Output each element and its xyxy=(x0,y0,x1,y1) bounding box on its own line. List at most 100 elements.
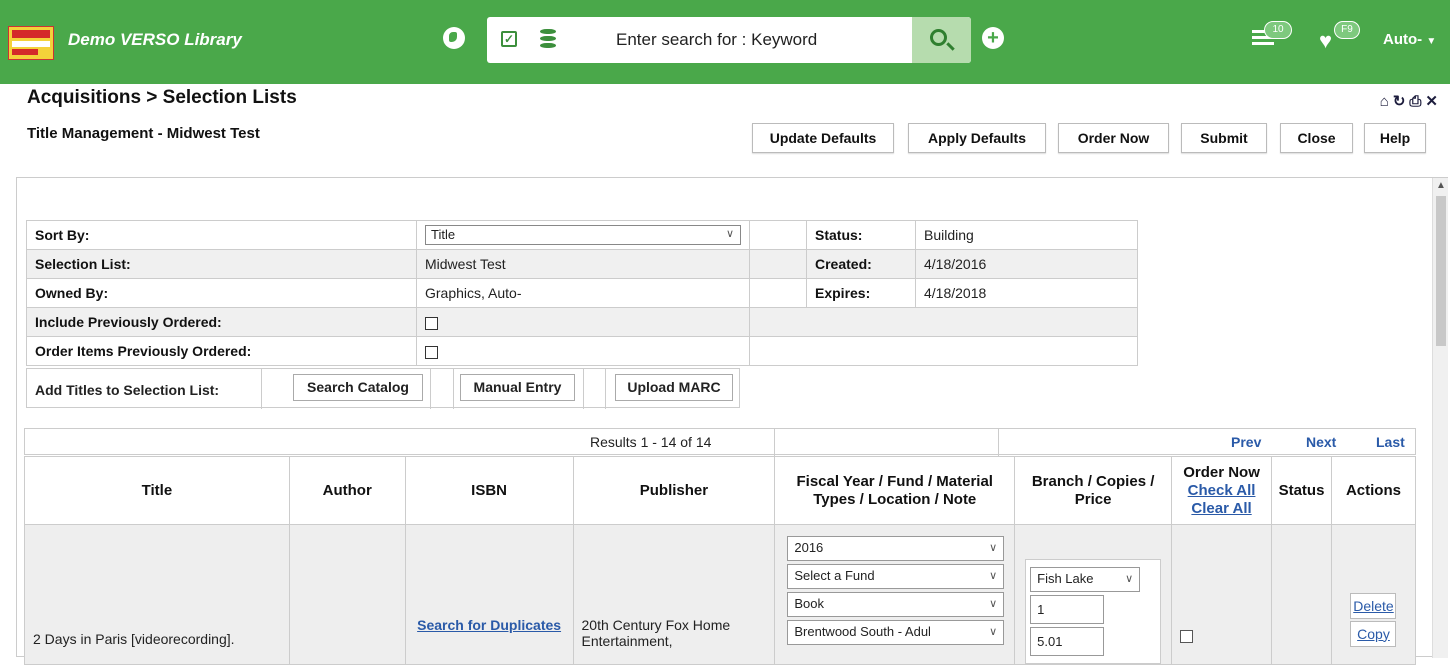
search-input[interactable]: Enter search for : Keyword xyxy=(616,30,817,50)
scroll-thumb[interactable] xyxy=(1436,196,1446,346)
created-label: Created: xyxy=(806,249,916,279)
upload-marc-button[interactable]: Upload MARC xyxy=(615,374,733,401)
location-select[interactable]: Brentwood South - Adul ∨ xyxy=(787,620,1005,645)
owned-by-label: Owned By: xyxy=(26,278,417,308)
expires-value: 4/18/2018 xyxy=(915,278,1138,308)
selection-list-value: Midwest Test xyxy=(416,249,750,279)
search-duplicates-link[interactable]: Search for Duplicates xyxy=(417,617,561,633)
fund-value: Select a Fund xyxy=(794,568,875,583)
user-name: Auto- xyxy=(1383,31,1423,48)
selection-list-label: Selection List: xyxy=(26,249,417,279)
copy-button[interactable]: Copy xyxy=(1350,620,1397,647)
sort-by-select[interactable]: Title ∨ xyxy=(425,225,741,245)
results-count: Results 1 - 14 of 14 xyxy=(590,434,712,450)
print-icon[interactable]: ⎙ xyxy=(1409,93,1425,110)
price-field[interactable]: 5.01 xyxy=(1030,627,1105,656)
last-link[interactable]: Last xyxy=(1376,434,1405,450)
expires-label: Expires: xyxy=(806,278,916,308)
row-author xyxy=(288,524,406,665)
chevron-down-icon: ∨ xyxy=(725,228,734,240)
order-now-button[interactable]: Order Now xyxy=(1058,123,1169,153)
help-button[interactable]: Help xyxy=(1364,123,1426,153)
search-catalog-button[interactable]: Search Catalog xyxy=(293,374,423,401)
branch-box: Fish Lake ∨ 1 5.01 xyxy=(1025,559,1162,664)
row-publisher: 20th Century Fox Home Entertainment, xyxy=(572,524,776,665)
order-now-header: Order Now xyxy=(1183,463,1260,481)
table-row: 2 Days in Paris [videorecording]. Search… xyxy=(24,524,1417,665)
banned-books-logo-icon xyxy=(8,26,54,60)
titles-table: Title Author ISBN Publisher Fiscal Year … xyxy=(24,456,1417,665)
material-type-select[interactable]: Book ∨ xyxy=(787,592,1005,617)
col-publisher[interactable]: Publisher xyxy=(572,456,776,525)
include-previously-ordered-checkbox[interactable] xyxy=(425,316,438,330)
col-author[interactable]: Author xyxy=(288,456,406,525)
col-title[interactable]: Title xyxy=(24,456,290,525)
window-controls: ⌂↻⎙✕ xyxy=(1380,92,1442,110)
check-all-link[interactable]: Check All xyxy=(1172,482,1271,500)
database-icon[interactable] xyxy=(540,29,556,49)
order-previously-ordered-checkbox[interactable] xyxy=(425,345,438,359)
scroll-up-icon[interactable]: ▲ xyxy=(1436,180,1446,191)
apply-defaults-button[interactable]: Apply Defaults xyxy=(908,123,1046,153)
col-branch: Branch / Copies / Price xyxy=(1014,456,1173,525)
page-subtitle: Title Management - Midwest Test xyxy=(27,125,260,142)
material-type-value: Book xyxy=(794,596,824,611)
close-icon[interactable]: ✕ xyxy=(1425,93,1442,110)
search-box[interactable]: ✓ Enter search for : Keyword xyxy=(487,17,971,63)
delete-button[interactable]: Delete xyxy=(1350,592,1397,619)
chevron-down-icon: ∨ xyxy=(1125,573,1134,585)
col-order-now: Order Now Check All Clear All xyxy=(1171,456,1272,525)
include-previously-ordered-label: Include Previously Ordered: xyxy=(26,307,417,337)
user-menu[interactable]: Auto- ▼ xyxy=(1383,31,1436,48)
chevron-down-icon: ▼ xyxy=(1426,36,1437,47)
search-icon xyxy=(930,29,947,46)
page-title: Acquisitions > Selection Lists xyxy=(27,87,297,108)
fiscal-year-value: 2016 xyxy=(794,540,824,555)
sort-by-label: Sort By: xyxy=(26,220,417,250)
refresh-icon[interactable]: ↻ xyxy=(1393,93,1410,110)
chevron-down-icon: ∨ xyxy=(989,570,998,582)
fund-select[interactable]: Select a Fund ∨ xyxy=(787,564,1005,589)
order-previously-ordered-label: Order Items Previously Ordered: xyxy=(26,336,417,366)
location-value: Brentwood South - Adul xyxy=(794,624,931,639)
col-fund: Fiscal Year / Fund / Material Types / Lo… xyxy=(774,456,1016,525)
close-button[interactable]: Close xyxy=(1280,123,1353,153)
order-now-checkbox[interactable] xyxy=(1180,630,1194,644)
created-value: 4/18/2016 xyxy=(915,249,1138,279)
add-titles-label: Add Titles to Selection List: xyxy=(35,382,220,398)
copies-field[interactable]: 1 xyxy=(1030,595,1105,624)
submit-button[interactable]: Submit xyxy=(1181,123,1267,153)
sort-by-value: Title xyxy=(431,227,456,242)
col-isbn[interactable]: ISBN xyxy=(404,456,574,525)
clear-all-link[interactable]: Clear All xyxy=(1172,500,1271,518)
update-defaults-button[interactable]: Update Defaults xyxy=(752,123,894,153)
table-header-row: Title Author ISBN Publisher Fiscal Year … xyxy=(24,456,1417,525)
heart-badge: F9 xyxy=(1334,21,1360,39)
chevron-down-icon: ∨ xyxy=(989,626,998,638)
row-status xyxy=(1271,524,1332,665)
owned-by-value: Graphics, Auto- xyxy=(416,278,750,308)
col-actions: Actions xyxy=(1330,456,1417,525)
chevron-down-icon: ∨ xyxy=(989,542,998,554)
status-label: Status: xyxy=(806,220,916,250)
vertical-scrollbar[interactable]: ▲ xyxy=(1432,178,1448,658)
list-details-table: Sort By: Title ∨ Status: Building Selecti… xyxy=(26,220,1138,366)
heart-icon[interactable]: ♥ xyxy=(1319,30,1332,52)
status-value: Building xyxy=(915,220,1138,250)
chevron-down-icon: ∨ xyxy=(989,598,998,610)
list-count-badge: 10 xyxy=(1264,21,1292,39)
next-link[interactable]: Next xyxy=(1306,434,1336,450)
app-name[interactable]: Demo VERSO Library xyxy=(68,30,242,50)
add-titles-row: Add Titles to Selection List: Search Cat… xyxy=(26,368,740,409)
prev-link[interactable]: Prev xyxy=(1231,434,1261,450)
col-status: Status xyxy=(1271,456,1332,525)
search-button[interactable] xyxy=(912,17,971,63)
results-pager: Results 1 - 14 of 14 Prev Next Last xyxy=(24,428,1416,456)
home-icon[interactable]: ⌂ xyxy=(1380,93,1393,110)
add-icon[interactable]: + xyxy=(982,27,1004,49)
checklist-icon[interactable]: ✓ xyxy=(501,31,517,47)
globe-icon[interactable] xyxy=(443,27,465,49)
fiscal-year-select[interactable]: 2016 ∨ xyxy=(787,536,1005,561)
manual-entry-button[interactable]: Manual Entry xyxy=(460,374,575,401)
branch-select[interactable]: Fish Lake ∨ xyxy=(1030,567,1141,592)
